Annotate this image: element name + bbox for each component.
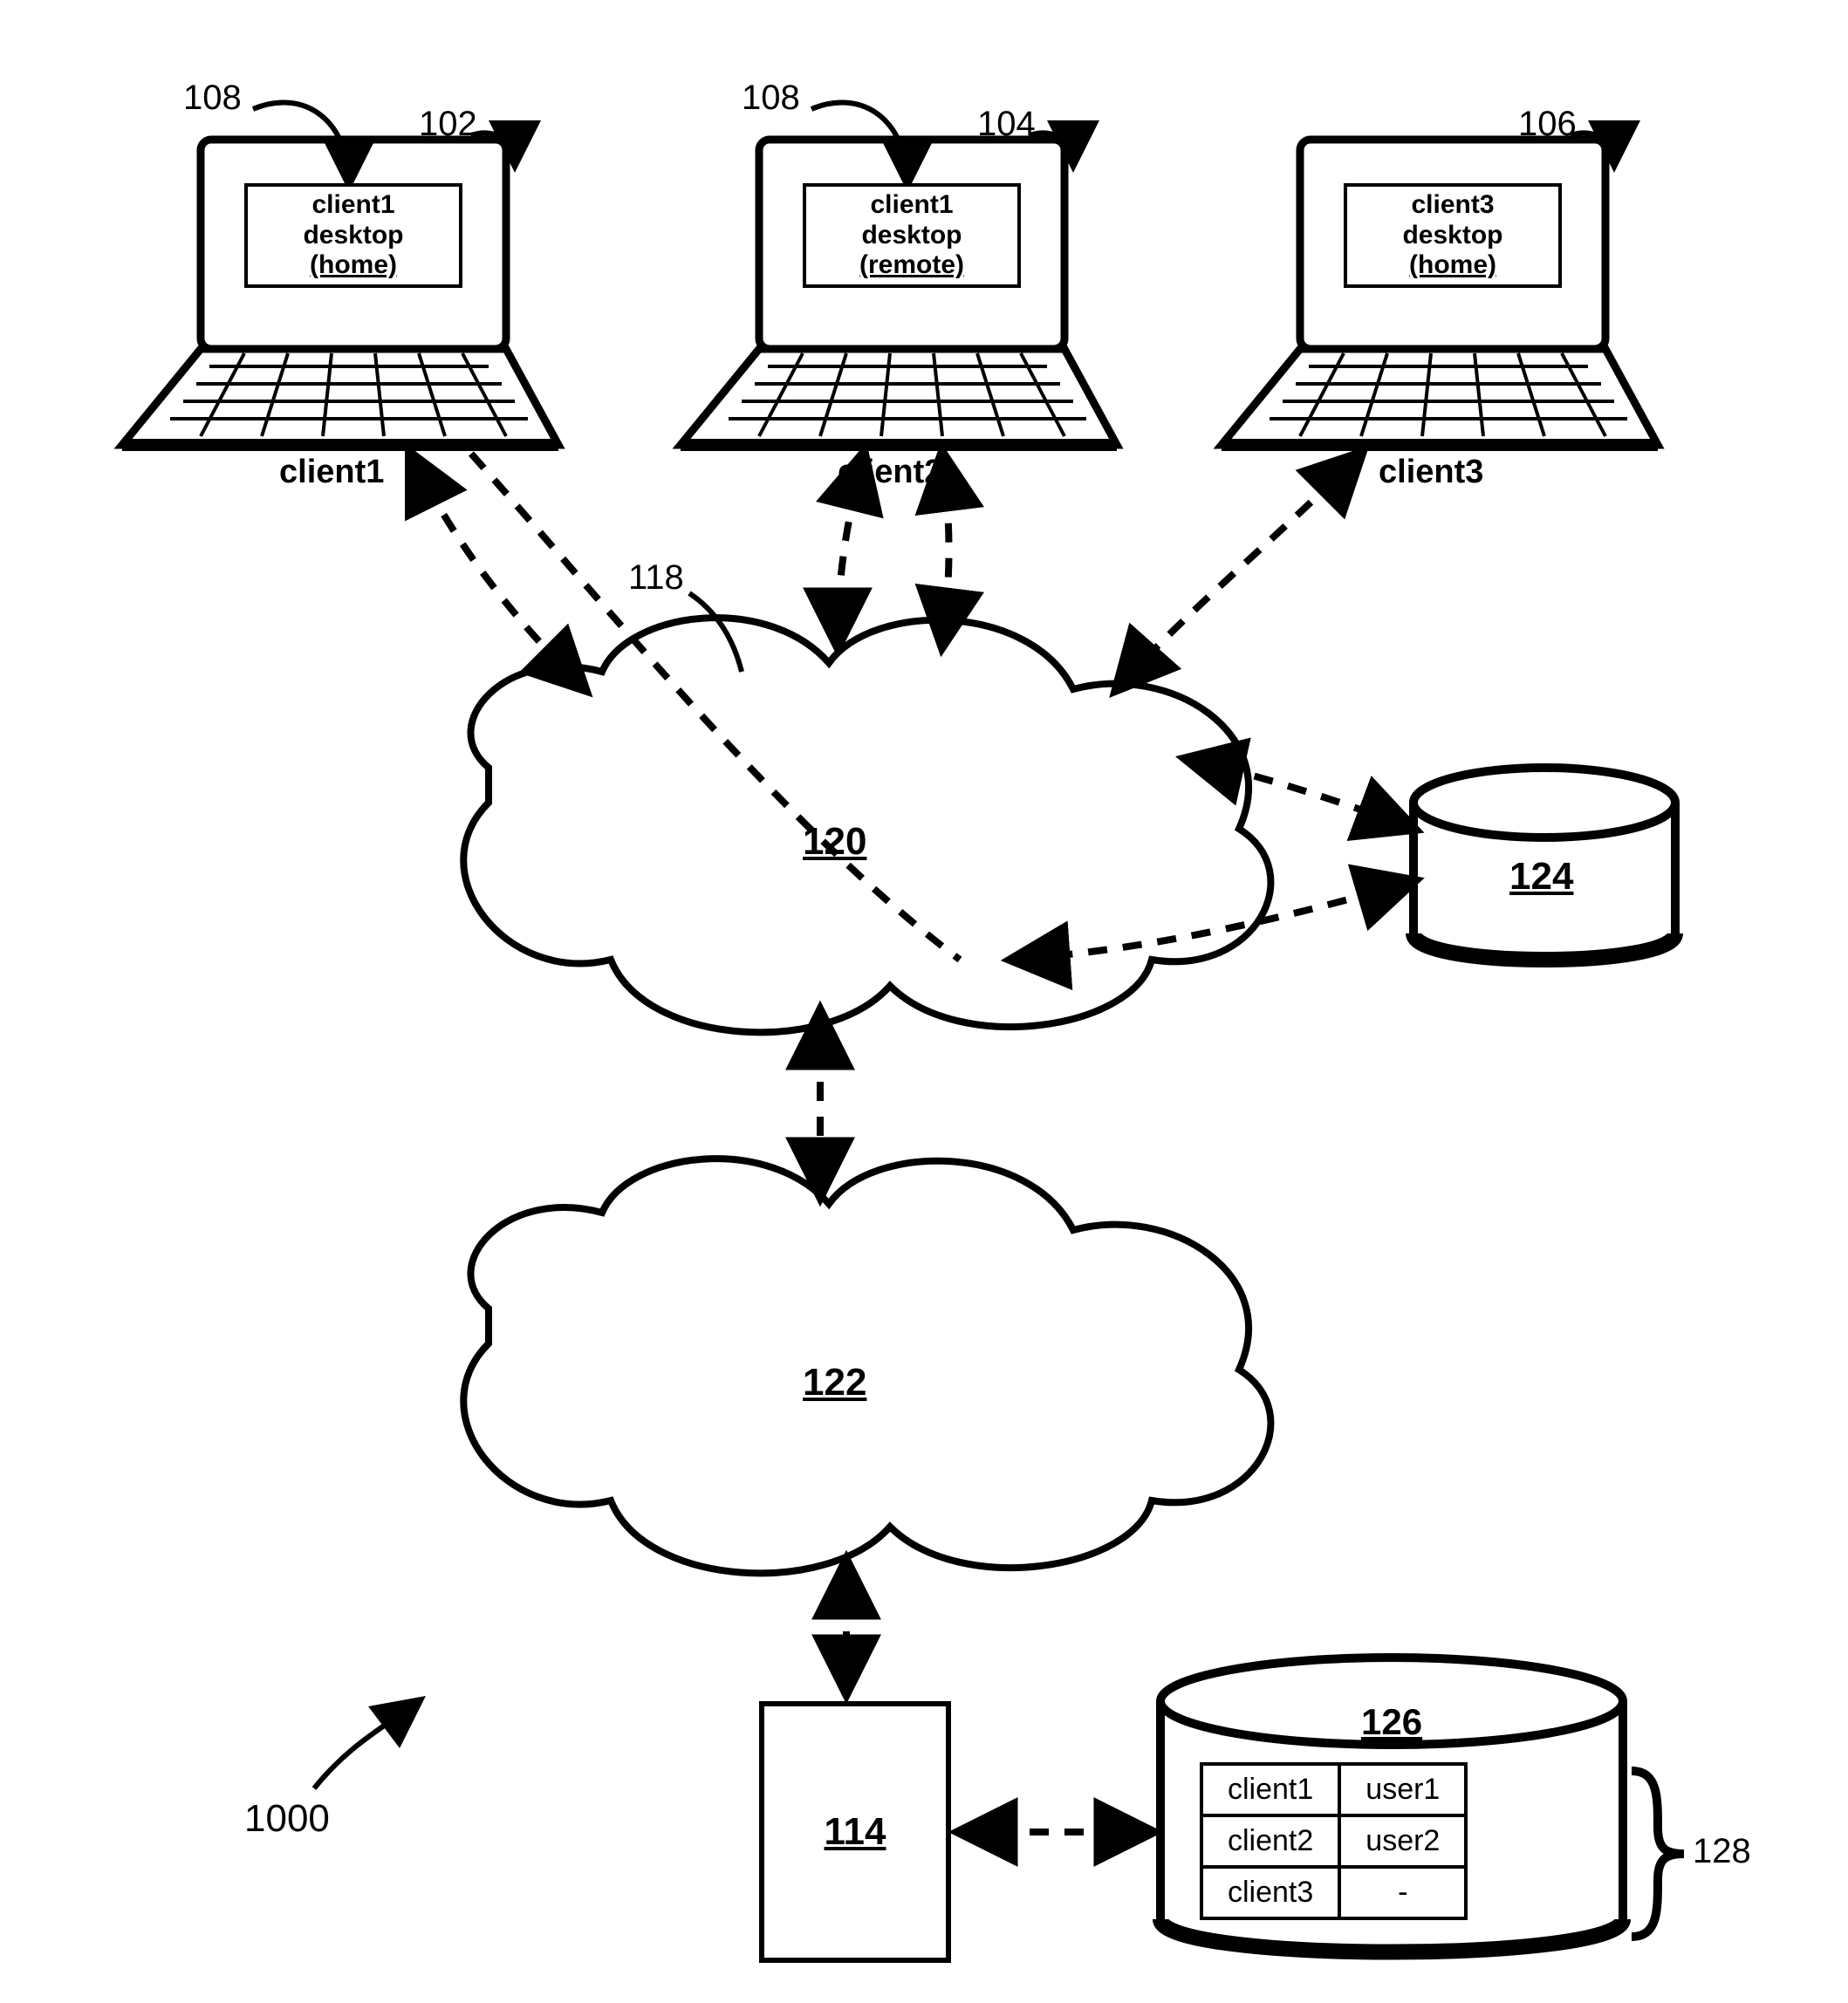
screen2-l3: (remote) bbox=[808, 250, 1016, 281]
ref-118: 118 bbox=[628, 558, 684, 598]
table-row: client1 user1 bbox=[1201, 1764, 1466, 1815]
screen2-l2: desktop bbox=[808, 221, 1016, 251]
ref-128: 128 bbox=[1693, 1832, 1751, 1871]
screen-client3: client3 desktop (home) bbox=[1344, 183, 1562, 288]
screen2-l1: client1 bbox=[808, 190, 1016, 221]
db-126-table: client1 user1 client2 user2 client3 - bbox=[1200, 1762, 1468, 1920]
screen-client1: client1 desktop (home) bbox=[244, 183, 462, 288]
brace-128 bbox=[1632, 1771, 1684, 1937]
table-row: client3 - bbox=[1201, 1867, 1466, 1918]
screen1-l1: client1 bbox=[250, 190, 457, 221]
ref-108a: 108 bbox=[183, 79, 242, 118]
ref-126: 126 bbox=[1361, 1701, 1422, 1743]
lead-1000 bbox=[314, 1701, 419, 1788]
ref-120: 120 bbox=[803, 820, 866, 864]
label-client1: client1 bbox=[279, 454, 384, 491]
diagram-stage: client1 desktop (home) client1 desktop (… bbox=[0, 0, 1848, 2003]
cell-user1: user1 bbox=[1339, 1764, 1466, 1815]
conn-c3-120 bbox=[1117, 454, 1361, 689]
cell-client3: client3 bbox=[1201, 1867, 1339, 1918]
ref-114: 114 bbox=[825, 1810, 886, 1854]
label-client2: client2 bbox=[838, 454, 942, 491]
ref-104: 104 bbox=[977, 105, 1036, 144]
ref-122: 122 bbox=[803, 1361, 866, 1405]
screen1-l3: (home) bbox=[250, 250, 457, 281]
conn-c1-120 bbox=[410, 454, 585, 689]
cell-user3: - bbox=[1339, 1867, 1466, 1918]
screen3-l2: desktop bbox=[1349, 221, 1557, 251]
ref-124: 124 bbox=[1509, 855, 1573, 899]
cell-client2: client2 bbox=[1201, 1815, 1339, 1867]
screen1-l2: desktop bbox=[250, 221, 457, 251]
screen3-l1: client3 bbox=[1349, 190, 1557, 221]
server-114: 114 bbox=[759, 1701, 951, 1963]
label-client3: client3 bbox=[1379, 454, 1483, 491]
screen3-l3: (home) bbox=[1349, 250, 1557, 281]
table-row: client2 user2 bbox=[1201, 1815, 1466, 1867]
screen-client2: client1 desktop (remote) bbox=[803, 183, 1021, 288]
cell-user2: user2 bbox=[1339, 1815, 1466, 1867]
ref-108b: 108 bbox=[742, 79, 800, 118]
cloud-122 bbox=[463, 1159, 1270, 1573]
ref-1000: 1000 bbox=[244, 1797, 330, 1841]
cell-client1: client1 bbox=[1201, 1764, 1339, 1815]
ref-106: 106 bbox=[1518, 105, 1577, 144]
ref-102: 102 bbox=[419, 105, 477, 144]
cloud-120 bbox=[463, 618, 1270, 1032]
